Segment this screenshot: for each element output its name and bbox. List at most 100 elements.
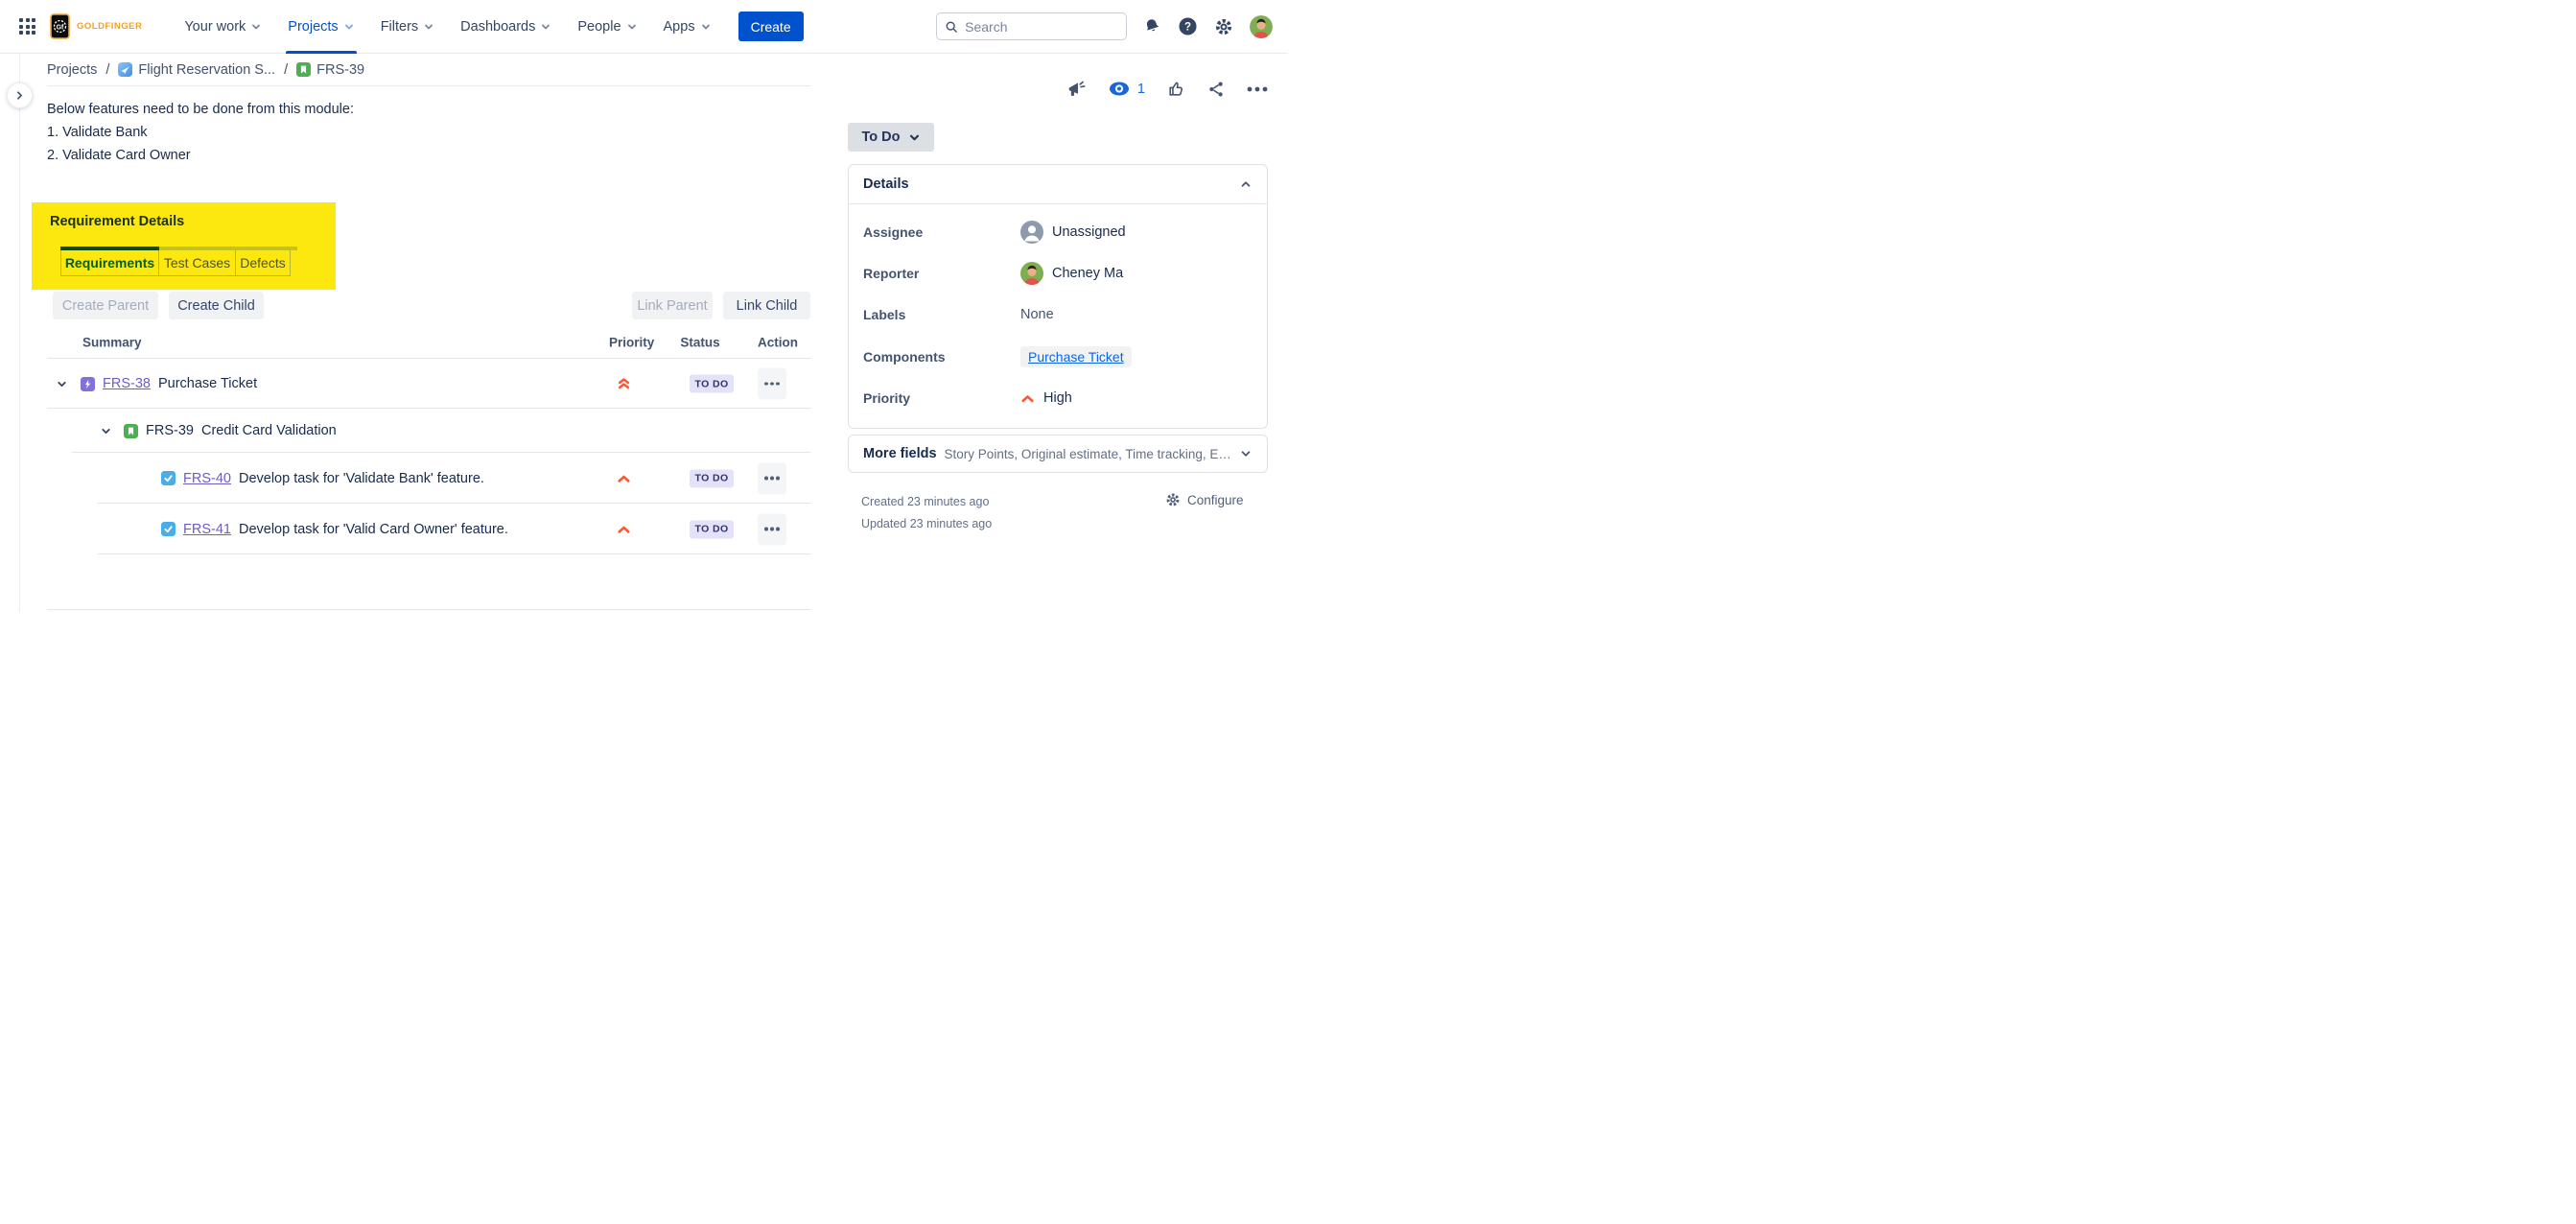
priority-value[interactable]: High	[1020, 390, 1072, 406]
expand-sidebar-button[interactable]	[7, 82, 33, 108]
issue-summary: Credit Card Validation	[201, 423, 337, 438]
search-input[interactable]	[965, 19, 1118, 35]
watch-button[interactable]: 1	[1109, 82, 1145, 97]
description-line: Below features need to be done from this…	[47, 98, 810, 121]
tab-requirements[interactable]: Requirements	[60, 250, 159, 276]
megaphone-icon	[1066, 80, 1087, 98]
watch-count: 1	[1137, 82, 1145, 97]
issue-actions-toolbar: 1	[1050, 80, 1268, 98]
feedback-button[interactable]	[1066, 80, 1087, 98]
field-assignee: Assignee Unassigned	[863, 211, 1253, 252]
top-nav: Gf GOLDFINGER Your work Projects Filters…	[0, 0, 1288, 54]
chevron-down-icon	[700, 21, 712, 33]
nav-right-cluster: ?	[936, 12, 1273, 40]
requirement-details-title: Requirement Details	[50, 214, 184, 229]
nav-item-people[interactable]: People	[577, 0, 637, 54]
table-header: Summary Priority Status Action	[47, 326, 810, 359]
unassigned-avatar-icon	[1020, 221, 1043, 244]
table-row-frs-39: FRS-39 Credit Card Validation	[47, 409, 810, 453]
nav-item-filters[interactable]: Filters	[381, 0, 434, 54]
priority-high-icon	[1020, 393, 1035, 404]
table-row-frs-40: FRS-40 Develop task for 'Validate Bank' …	[47, 453, 810, 504]
more-fields-panel[interactable]: More fields Story Points, Original estim…	[848, 435, 1268, 473]
tab-test-cases[interactable]: Test Cases	[159, 250, 236, 276]
status-badge: TO DO	[690, 520, 734, 538]
row-actions-button[interactable]	[758, 513, 786, 545]
svg-text:Gf: Gf	[57, 24, 64, 31]
vote-button[interactable]	[1167, 80, 1185, 98]
nav-item-apps[interactable]: Apps	[664, 0, 712, 54]
field-components: Components Purchase Ticket	[863, 336, 1253, 377]
settings-button[interactable]	[1214, 17, 1233, 36]
more-actions-button[interactable]	[1247, 86, 1268, 92]
column-header-status: Status	[678, 335, 722, 349]
link-child-button[interactable]: Link Child	[723, 292, 810, 319]
create-parent-button: Create Parent	[53, 292, 158, 319]
column-header-priority: Priority	[609, 335, 651, 349]
issue-key-link[interactable]: FRS-40	[183, 471, 231, 486]
breadcrumb-projects[interactable]: Projects	[47, 62, 97, 78]
chevron-down-icon	[250, 21, 262, 33]
notifications-button[interactable]	[1143, 17, 1161, 35]
breadcrumb: Projects / Flight Reservation S... / FRS…	[47, 54, 810, 86]
nav-item-projects[interactable]: Projects	[288, 0, 354, 54]
issue-main-column: Projects / Flight Reservation S... / FRS…	[47, 54, 810, 167]
help-icon: ?	[1178, 16, 1198, 36]
labels-value[interactable]: None	[1020, 307, 1054, 322]
share-button[interactable]	[1207, 81, 1225, 98]
requirements-table: Summary Priority Status Action FRS-38 Pu…	[47, 326, 810, 610]
app-switcher-icon[interactable]	[19, 18, 35, 35]
reporter-avatar	[1020, 262, 1043, 285]
priority-high-icon	[617, 473, 631, 483]
thumbs-up-icon	[1167, 80, 1185, 98]
bell-icon	[1141, 15, 1164, 38]
tab-defects[interactable]: Defects	[236, 250, 291, 276]
table-row-frs-41: FRS-41 Develop task for 'Valid Card Owne…	[47, 504, 810, 554]
nav-item-your-work[interactable]: Your work	[184, 0, 262, 54]
eye-icon	[1109, 82, 1130, 96]
assignee-value[interactable]: Unassigned	[1020, 221, 1126, 244]
search-icon	[945, 19, 958, 35]
issue-key-link[interactable]: FRS-41	[183, 522, 231, 537]
nav-menu: Your work Projects Filters Dashboards Pe…	[184, 0, 711, 54]
help-button[interactable]: ?	[1178, 16, 1198, 36]
breadcrumb-issue-key[interactable]: FRS-39	[296, 62, 364, 78]
chevron-right-icon	[13, 89, 26, 102]
component-link[interactable]: Purchase Ticket	[1020, 346, 1132, 367]
more-fields-summary: Story Points, Original estimate, Time tr…	[945, 447, 1231, 461]
active-tab-underline	[286, 51, 356, 54]
column-header-summary: Summary	[82, 335, 142, 349]
description-line: 2. Validate Card Owner	[47, 144, 810, 167]
field-labels: Labels None	[863, 294, 1253, 336]
chevron-down-icon	[1239, 447, 1253, 460]
task-icon	[161, 522, 176, 536]
updated-timestamp: Updated 23 minutes ago	[861, 513, 992, 535]
create-button[interactable]: Create	[738, 12, 804, 41]
user-avatar[interactable]	[1250, 15, 1273, 38]
issue-summary: Develop task for 'Valid Card Owner' feat…	[239, 522, 508, 537]
share-icon	[1207, 81, 1225, 98]
issue-key-link[interactable]: FRS-38	[103, 376, 151, 391]
configure-button[interactable]: Configure	[1165, 492, 1244, 507]
nav-item-dashboards[interactable]: Dashboards	[460, 0, 551, 54]
collapse-chevron-icon[interactable]	[56, 378, 68, 390]
breadcrumb-project[interactable]: Flight Reservation S...	[118, 62, 275, 78]
field-priority: Priority High	[863, 378, 1253, 419]
sidebar-divider	[19, 54, 20, 612]
goldfinger-logo[interactable]: Gf GOLDFINGER	[50, 13, 142, 39]
search-box[interactable]	[936, 12, 1127, 40]
description-line: 1. Validate Bank	[47, 121, 810, 144]
chevron-down-icon	[626, 21, 638, 33]
create-child-button[interactable]: Create Child	[169, 292, 264, 319]
collapse-chevron-icon[interactable]	[100, 425, 112, 437]
row-actions-button[interactable]	[758, 462, 786, 494]
reporter-value[interactable]: Cheney Ma	[1020, 262, 1123, 285]
issue-description: Below features need to be done from this…	[47, 98, 810, 167]
story-icon	[296, 62, 311, 77]
status-badge: TO DO	[690, 469, 734, 487]
ellipsis-icon	[1247, 86, 1268, 92]
details-panel-header[interactable]: Details	[849, 165, 1267, 204]
status-dropdown[interactable]: To Do	[848, 123, 934, 152]
issue-key: FRS-39	[146, 423, 194, 438]
row-actions-button[interactable]	[758, 368, 786, 400]
